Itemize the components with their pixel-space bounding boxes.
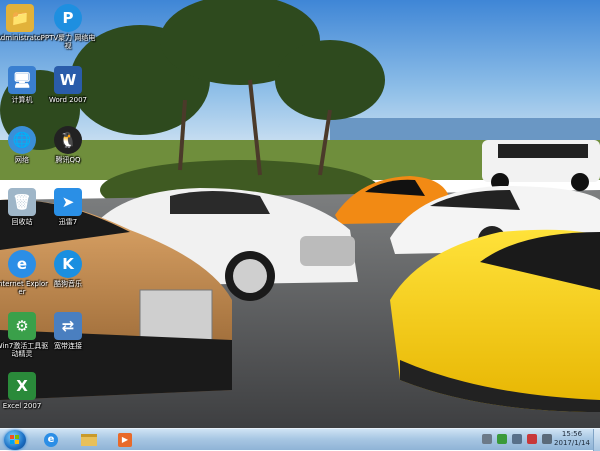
- qq-penguin-icon: 🐧: [54, 126, 82, 154]
- taskbar: e ▶ 15:56 2017/1/14: [0, 428, 600, 451]
- desktop-icon-excel2007[interactable]: X Excel 2007: [0, 372, 50, 410]
- desktop-icon-label: Excel 2007: [2, 402, 42, 410]
- desktop-icon-label: 腾讯QQ: [55, 156, 81, 164]
- excel-icon: X: [8, 372, 36, 400]
- desktop-icon-label: PPTV聚力 网络电视: [40, 34, 96, 50]
- media-player-icon: ▶: [118, 433, 132, 447]
- action-center-flag-icon[interactable]: [527, 434, 537, 444]
- windows-start-orb-icon[interactable]: [4, 430, 26, 450]
- network-tray-icon[interactable]: [512, 434, 522, 444]
- speaker-icon[interactable]: [542, 434, 552, 444]
- desktop-icon-label: 迅雷7: [58, 218, 78, 226]
- user-folder-icon: 📁: [6, 4, 34, 32]
- desktop-icon-xunlei[interactable]: ➤ 迅雷7: [40, 188, 96, 226]
- xunlei-icon: ➤: [54, 188, 82, 216]
- shield-icon[interactable]: [497, 434, 507, 444]
- internet-explorer-icon: e: [8, 250, 36, 278]
- windows-flag-icon: [10, 435, 20, 445]
- clock-date: 2017/1/14: [554, 439, 590, 447]
- desktop-icon-qq[interactable]: 🐧 腾讯QQ: [40, 126, 96, 164]
- taskbar-clock[interactable]: 15:56 2017/1/14: [552, 430, 592, 448]
- network-icon: 🌐: [8, 126, 36, 154]
- keyboard-icon[interactable]: [482, 434, 492, 444]
- desktop-icon-label: 宽带连接: [54, 342, 82, 350]
- clock-time: 15:56: [561, 430, 583, 438]
- kugou-icon: K: [54, 250, 82, 278]
- desktop-icon-word2007[interactable]: W Word 2007: [40, 66, 96, 104]
- desktop-icon-broadband[interactable]: ⇄ 宽带连接: [40, 312, 96, 350]
- broadband-icon: ⇄: [54, 312, 82, 340]
- taskbar-media-button[interactable]: ▶: [114, 431, 136, 449]
- show-desktop-button[interactable]: [593, 429, 600, 451]
- desktop-icon-label: 酷狗音乐: [54, 280, 82, 288]
- desktop-icon-label: Word 2007: [48, 96, 88, 104]
- tool-icon: ⚙: [8, 312, 36, 340]
- computer-icon: 🖥: [8, 66, 36, 94]
- word-icon: W: [54, 66, 82, 94]
- desktop-icon-pptv[interactable]: P PPTV聚力 网络电视: [40, 4, 96, 50]
- desktop-icon-kugou[interactable]: K 酷狗音乐: [40, 250, 96, 288]
- taskbar-explorer-button[interactable]: [78, 431, 100, 449]
- taskbar-ie-button[interactable]: e: [40, 431, 62, 449]
- internet-explorer-icon: e: [44, 433, 58, 447]
- recycle-bin-icon: 🗑: [8, 188, 36, 216]
- folder-explorer-icon: [81, 434, 97, 446]
- pptv-icon: P: [54, 4, 82, 32]
- system-tray: [482, 434, 552, 446]
